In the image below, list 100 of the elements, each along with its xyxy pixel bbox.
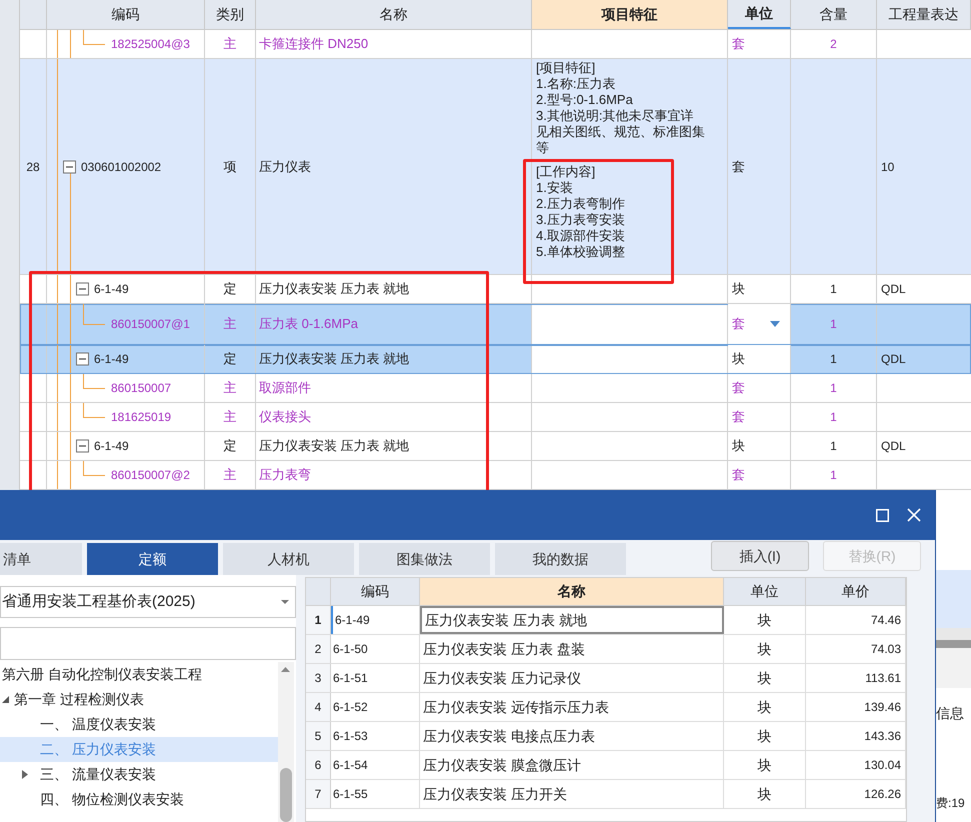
- name-cell-text: 压力仪表: [259, 158, 311, 176]
- collapsed-arrow-icon[interactable]: [22, 770, 28, 779]
- feature-line: 3.其他说明:其他未尽事宜详见相关图纸、规范、标准图集等: [536, 108, 706, 156]
- quantity-cell-text: 1: [830, 409, 837, 426]
- feature-line: 5.单体校验调整: [536, 244, 626, 260]
- quantity-cell-text: 1: [830, 380, 837, 397]
- code-text: 6-1-49: [94, 351, 129, 368]
- feature-line: 4.取源部件安装: [536, 228, 626, 244]
- name-cell-text: 压力仪表安装 压力表 就地: [259, 437, 410, 456]
- grid-row[interactable]: 182525004@3 主 卡箍连接件 DN250 套 2: [20, 30, 971, 59]
- name-cell-text: 压力仪表安装 远传指示压力表: [423, 698, 609, 716]
- panel-header: [936, 628, 971, 640]
- tree-item[interactable]: 第六册 自动化控制仪表安装工程: [0, 662, 278, 687]
- grid-row[interactable]: 860150007@1 主 压力表 0-1.6MPa 套 1: [20, 304, 971, 345]
- dialog-tab[interactable]: 人材机: [223, 543, 354, 575]
- scroll-up-icon[interactable]: [281, 667, 290, 672]
- category-cell-text: 定: [224, 437, 236, 456]
- row-number: 4: [314, 699, 322, 716]
- unit-cell-text: 块: [758, 698, 772, 716]
- table-row[interactable]: 6 6-1-54 压力仪表安装 膜盒微压计 块 130.04: [306, 751, 906, 780]
- collapse-icon[interactable]: [76, 282, 89, 296]
- row-number: 6: [314, 757, 322, 774]
- column-header[interactable]: 单位: [724, 578, 806, 605]
- row-number: 2: [314, 641, 322, 658]
- name-cell-text: 压力仪表安装 电接点压力表: [423, 726, 595, 746]
- tree-item[interactable]: 一、 温度仪表安装: [0, 712, 278, 737]
- table-row[interactable]: 7 6-1-55 压力仪表安装 压力开关 块 126.26: [306, 780, 906, 809]
- collapse-icon[interactable]: [63, 160, 76, 173]
- column-header[interactable]: 编码: [47, 0, 205, 29]
- collapse-icon[interactable]: [76, 352, 89, 366]
- tree-item[interactable]: 三、 流量仪表安装: [0, 762, 278, 787]
- grid-row[interactable]: 6-1-49 定 压力仪表安装 压力表 就地 块 1 QDL: [20, 275, 971, 304]
- price-cell-text: 74.03: [870, 641, 901, 658]
- name-cell-text: 压力仪表安装 压力表 盘装: [423, 640, 585, 658]
- splitter-bar: [936, 640, 971, 648]
- info-label: 信息: [936, 704, 964, 722]
- unit-cell-text: 套: [732, 35, 745, 54]
- tree-item[interactable]: 四、 物位检测仪表安装: [0, 787, 278, 812]
- grid-row[interactable]: 6-1-49 定 压力仪表安装 压力表 就地 块 1 QDL: [20, 432, 971, 461]
- code-text: 182525004@3: [111, 36, 190, 53]
- column-header[interactable]: 类别: [205, 0, 256, 29]
- feature-line: 2.压力表弯制作: [536, 196, 626, 212]
- grid-row[interactable]: 860150007@2 主 压力表弯 套 1: [20, 461, 971, 490]
- category-cell-text: 定: [224, 280, 236, 298]
- dialog-tab[interactable]: 我的数据: [495, 543, 626, 575]
- table-row[interactable]: 4 6-1-52 压力仪表安装 远传指示压力表 块 139.46: [306, 693, 906, 722]
- collapse-icon[interactable]: [76, 440, 89, 452]
- grid-row[interactable]: 6-1-49 定 压力仪表安装 压力表 就地 块 1 QDL: [20, 345, 971, 374]
- code-text: 860150007@1: [111, 316, 190, 333]
- search-field[interactable]: [0, 627, 296, 660]
- column-header[interactable]: 工程量表达: [877, 0, 971, 29]
- dropdown-caret-icon[interactable]: [770, 321, 780, 327]
- scrollbar-thumb[interactable]: [280, 768, 292, 822]
- category-cell-text: 定: [224, 350, 236, 368]
- name-cell-text: 压力仪表安装 膜盒微压计: [423, 756, 581, 774]
- code-cell-text: 6-1-55: [333, 786, 368, 803]
- table-row[interactable]: 5 6-1-53 压力仪表安装 电接点压力表 块 143.36: [306, 722, 906, 751]
- column-header[interactable]: 含量: [791, 0, 877, 29]
- scrollbar[interactable]: [278, 662, 294, 822]
- unit-cell-text: 块: [758, 726, 772, 746]
- name-cell-text: 压力表 0-1.6MPa: [259, 315, 358, 334]
- name-cell-text: 压力仪表安装 压力表 就地: [259, 350, 410, 368]
- category-cell-text: 主: [224, 315, 236, 334]
- column-header[interactable]: 项目特征: [532, 0, 728, 29]
- grid-row[interactable]: 28 030601002002 项 压力仪表 [项目特征] 1.名称:压力表 2.型号:0-1.6MPa 3.其他说明:其他未尽事宜详见相关图纸、规范、标准图集等 [工作内容] 1.安装 2.压力表弯制作 3.压力表弯安装 4.取源部件安装 5.单体校验调整 套 10: [20, 59, 971, 275]
- feature-line: 1.名称:压力表: [536, 76, 616, 92]
- column-header[interactable]: 名称: [420, 578, 724, 605]
- code-text: 181625019: [111, 409, 172, 426]
- close-icon[interactable]: [907, 508, 921, 522]
- code-cell-text: 6-1-50: [333, 641, 368, 658]
- table-row[interactable]: 3 6-1-51 压力仪表安装 压力记录仪 块 113.61: [306, 664, 906, 693]
- price-cell-text: 130.04: [864, 757, 901, 774]
- code-cell-text: 6-1-54: [333, 757, 368, 774]
- action-button[interactable]: 插入(I): [711, 541, 809, 571]
- feature-heading: [项目特征]: [536, 60, 596, 76]
- price-cell-text: 126.26: [864, 786, 901, 803]
- feature-heading: [工作内容]: [536, 164, 596, 180]
- grid-row[interactable]: 860150007 主 取源部件 套 1: [20, 374, 971, 403]
- table-row[interactable]: 1 6-1-49 压力仪表安装 压力表 就地 块 74.46: [306, 606, 906, 635]
- unit-cell-text: 套: [732, 158, 745, 176]
- dialog-tab[interactable]: 清单: [0, 543, 82, 575]
- category-cell-text: 项: [224, 158, 236, 176]
- row-number: 7: [314, 786, 322, 803]
- dialog-tab[interactable]: 图集做法: [359, 543, 490, 575]
- unit-cell-text: 块: [732, 437, 745, 456]
- name-cell-text: 卡箍连接件 DN250: [259, 35, 368, 54]
- code-cell-text: 6-1-52: [333, 699, 368, 716]
- price-cell-text: 74.46: [870, 612, 901, 629]
- dialog-tab[interactable]: 定额: [87, 543, 218, 575]
- feature-line: 3.压力表弯安装: [536, 212, 626, 228]
- row-number: 5: [314, 728, 322, 745]
- column-header[interactable]: 单价: [806, 578, 906, 605]
- maximize-icon[interactable]: [876, 508, 889, 522]
- grid-row[interactable]: 181625019 主 仪表接头 套 1: [20, 403, 971, 432]
- library-dropdown[interactable]: 省通用安装工程基价表(2025): [0, 586, 296, 618]
- expanded-arrow-icon[interactable]: [2, 696, 9, 703]
- table-row[interactable]: 2 6-1-50 压力仪表安装 压力表 盘装 块 74.03: [306, 635, 906, 664]
- quantity-cell-text: 1: [830, 316, 837, 333]
- tree-item[interactable]: 第一章 过程检测仪表: [0, 687, 278, 712]
- name-cell-text: 压力表弯: [259, 466, 311, 484]
